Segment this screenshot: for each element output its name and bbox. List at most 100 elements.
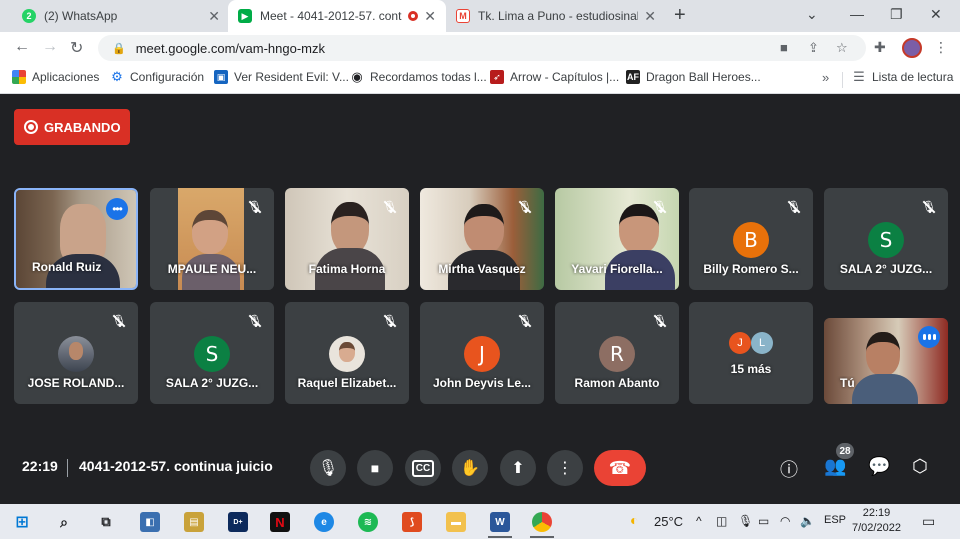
- participant-tile[interactable]: 🎙 Raquel Elizabet...: [285, 302, 409, 404]
- profile-avatar[interactable]: [902, 38, 922, 58]
- tray-expand-icon[interactable]: ^: [696, 514, 702, 528]
- participant-tile[interactable]: S 🎙 SALA 2° JUZG...: [150, 302, 274, 404]
- close-icon[interactable]: ✕: [208, 8, 220, 25]
- bookmark-dragon-ball[interactable]: AF Dragon Ball Heroes...: [626, 70, 761, 84]
- meeting-title: 4041-2012-57. continua juicio: [79, 458, 273, 474]
- windows-start-icon[interactable]: ⊞: [12, 512, 32, 532]
- share-icon[interactable]: ⇪: [808, 40, 819, 56]
- participant-tile[interactable]: 🎙 Fatima Horna: [285, 188, 409, 290]
- meeting-details-icon[interactable]: ⓘ: [780, 456, 798, 482]
- weather-temperature[interactable]: 25°C: [654, 514, 683, 529]
- tab-gmail[interactable]: M Tk. Lima a Puno - estudiosinalag ✕: [446, 0, 666, 32]
- self-name: Tú: [840, 376, 855, 390]
- battery-icon[interactable]: ▭: [758, 514, 769, 528]
- word-icon[interactable]: W: [490, 512, 510, 532]
- bookmark-resident-evil[interactable]: ▣ Ver Resident Evil: V...: [214, 70, 349, 84]
- tab-whatsapp[interactable]: 2 (2) WhatsApp ✕: [12, 0, 230, 32]
- file-explorer-icon[interactable]: ▬: [446, 512, 466, 532]
- bookmark-settings[interactable]: ⚙ Configuración: [110, 69, 204, 84]
- more-bookmarks-icon[interactable]: »: [822, 70, 829, 85]
- raise-hand-button[interactable]: ✋: [452, 450, 488, 486]
- participant-face: [331, 202, 369, 254]
- close-icon[interactable]: ✕: [424, 8, 436, 25]
- recording-icon: [24, 120, 38, 134]
- participant-tile[interactable]: R 🎙 Ramon Abanto: [555, 302, 679, 404]
- participant-tile[interactable]: S 🎙 SALA 2° JUZG...: [824, 188, 948, 290]
- participant-name: Fatima Horna: [308, 262, 386, 276]
- participant-face: [464, 204, 504, 254]
- spotify-icon[interactable]: ≋: [358, 512, 378, 532]
- tab-meet[interactable]: ▶ Meet - 4041-2012-57. contin ✕: [228, 0, 446, 32]
- participant-avatar: S: [194, 336, 230, 372]
- more-participants-tile[interactable]: J L 15 más: [689, 302, 813, 404]
- tab-search-icon[interactable]: ⌄: [806, 6, 818, 23]
- bookmark-arrow[interactable]: ➶ Arrow - Capítulos |...: [490, 70, 619, 84]
- participant-name: Mirtha Vasquez: [438, 262, 526, 276]
- new-tab-button[interactable]: +: [674, 4, 686, 27]
- pdf-app-icon[interactable]: ⟆: [402, 512, 422, 532]
- store-icon[interactable]: ◧: [140, 512, 160, 532]
- participant-tile[interactable]: 🎙 MPAULE NEU...: [150, 188, 274, 290]
- participant-tile[interactable]: B 🎙 Billy Romero S...: [689, 188, 813, 290]
- reload-icon[interactable]: ↻: [70, 38, 83, 58]
- more-options-button[interactable]: ⋮: [547, 450, 583, 486]
- chat-icon[interactable]: 💬: [868, 456, 890, 477]
- notes-icon[interactable]: ▤: [184, 512, 204, 532]
- recording-label: GRABANDO: [44, 119, 121, 135]
- microphone-tray-icon[interactable]: 🎙: [738, 514, 753, 528]
- weather-icon[interactable]: ◐: [630, 512, 638, 528]
- bookmark-apps[interactable]: Aplicaciones: [12, 70, 99, 84]
- running-indicator: [488, 536, 512, 538]
- language-indicator[interactable]: ESP: [824, 514, 846, 526]
- video-camera-icon: ■: [370, 460, 380, 476]
- microphone-button[interactable]: 🎙: [310, 450, 346, 486]
- extensions-icon[interactable]: ✚: [874, 39, 886, 56]
- star-icon[interactable]: ☆: [836, 40, 848, 56]
- tray-app-icon[interactable]: ◫: [716, 514, 727, 528]
- menu-icon[interactable]: ⋮: [934, 39, 948, 56]
- chrome-icon[interactable]: [532, 512, 552, 532]
- back-icon[interactable]: ←: [14, 38, 30, 56]
- participant-name: Yavari Fiorella...: [571, 262, 663, 276]
- mic-off-icon: 🎙: [517, 200, 533, 214]
- address-bar[interactable]: 🔒 meet.google.com/vam-hngo-mzk: [98, 35, 866, 61]
- bookmark-recordamos[interactable]: ◉ Recordamos todas l...: [350, 69, 487, 84]
- participant-mini-avatar: J: [729, 332, 751, 354]
- reading-list-icon: ☰: [853, 69, 865, 84]
- disney-plus-icon[interactable]: D+: [228, 512, 248, 532]
- participant-tile[interactable]: J 🎙 John Deyvis Le...: [420, 302, 544, 404]
- recording-badge[interactable]: GRABANDO: [14, 109, 130, 145]
- forward-icon[interactable]: →: [42, 38, 58, 56]
- edge-icon[interactable]: e: [314, 512, 334, 532]
- close-window-icon[interactable]: ✕: [930, 6, 942, 23]
- volume-icon[interactable]: 🔈: [800, 514, 815, 528]
- netflix-icon[interactable]: N: [270, 512, 290, 532]
- captions-button[interactable]: CC: [405, 450, 441, 486]
- restore-icon[interactable]: ❐: [890, 6, 903, 23]
- self-face: [866, 332, 900, 376]
- wifi-icon[interactable]: ◠: [780, 514, 790, 528]
- close-icon[interactable]: ✕: [644, 8, 656, 25]
- people-icon[interactable]: 👥: [824, 456, 846, 477]
- reading-list[interactable]: ☰ Lista de lectura: [852, 69, 953, 84]
- leave-call-button[interactable]: ☎: [594, 450, 646, 486]
- participant-tile[interactable]: 🎙 Mirtha Vasquez: [420, 188, 544, 290]
- system-clock[interactable]: 22:19 7/02/2022: [852, 506, 901, 536]
- camera-icon[interactable]: ■: [780, 40, 788, 55]
- present-button[interactable]: ⬆: [500, 450, 536, 486]
- search-icon[interactable]: ⌕: [54, 512, 74, 532]
- participant-tile[interactable]: 🎙 JOSE ROLAND...: [14, 302, 138, 404]
- activities-icon[interactable]: ⬡: [912, 456, 928, 477]
- participant-tile[interactable]: 🎙 Yavari Fiorella...: [555, 188, 679, 290]
- minimize-icon[interactable]: —: [850, 6, 864, 22]
- recording-icon: [408, 11, 419, 21]
- notifications-icon[interactable]: ▭: [922, 513, 935, 530]
- meeting-divider: [67, 459, 68, 477]
- camera-button[interactable]: ■: [357, 450, 393, 486]
- bookmark-label: Recordamos todas l...: [370, 70, 487, 84]
- self-tile[interactable]: Tú: [824, 318, 948, 404]
- participant-tile[interactable]: ••• Ronald Ruiz: [14, 188, 138, 290]
- bookmark-divider: [842, 72, 843, 88]
- more-options-icon[interactable]: •••: [106, 198, 128, 220]
- task-view-icon[interactable]: ⧉: [96, 512, 116, 532]
